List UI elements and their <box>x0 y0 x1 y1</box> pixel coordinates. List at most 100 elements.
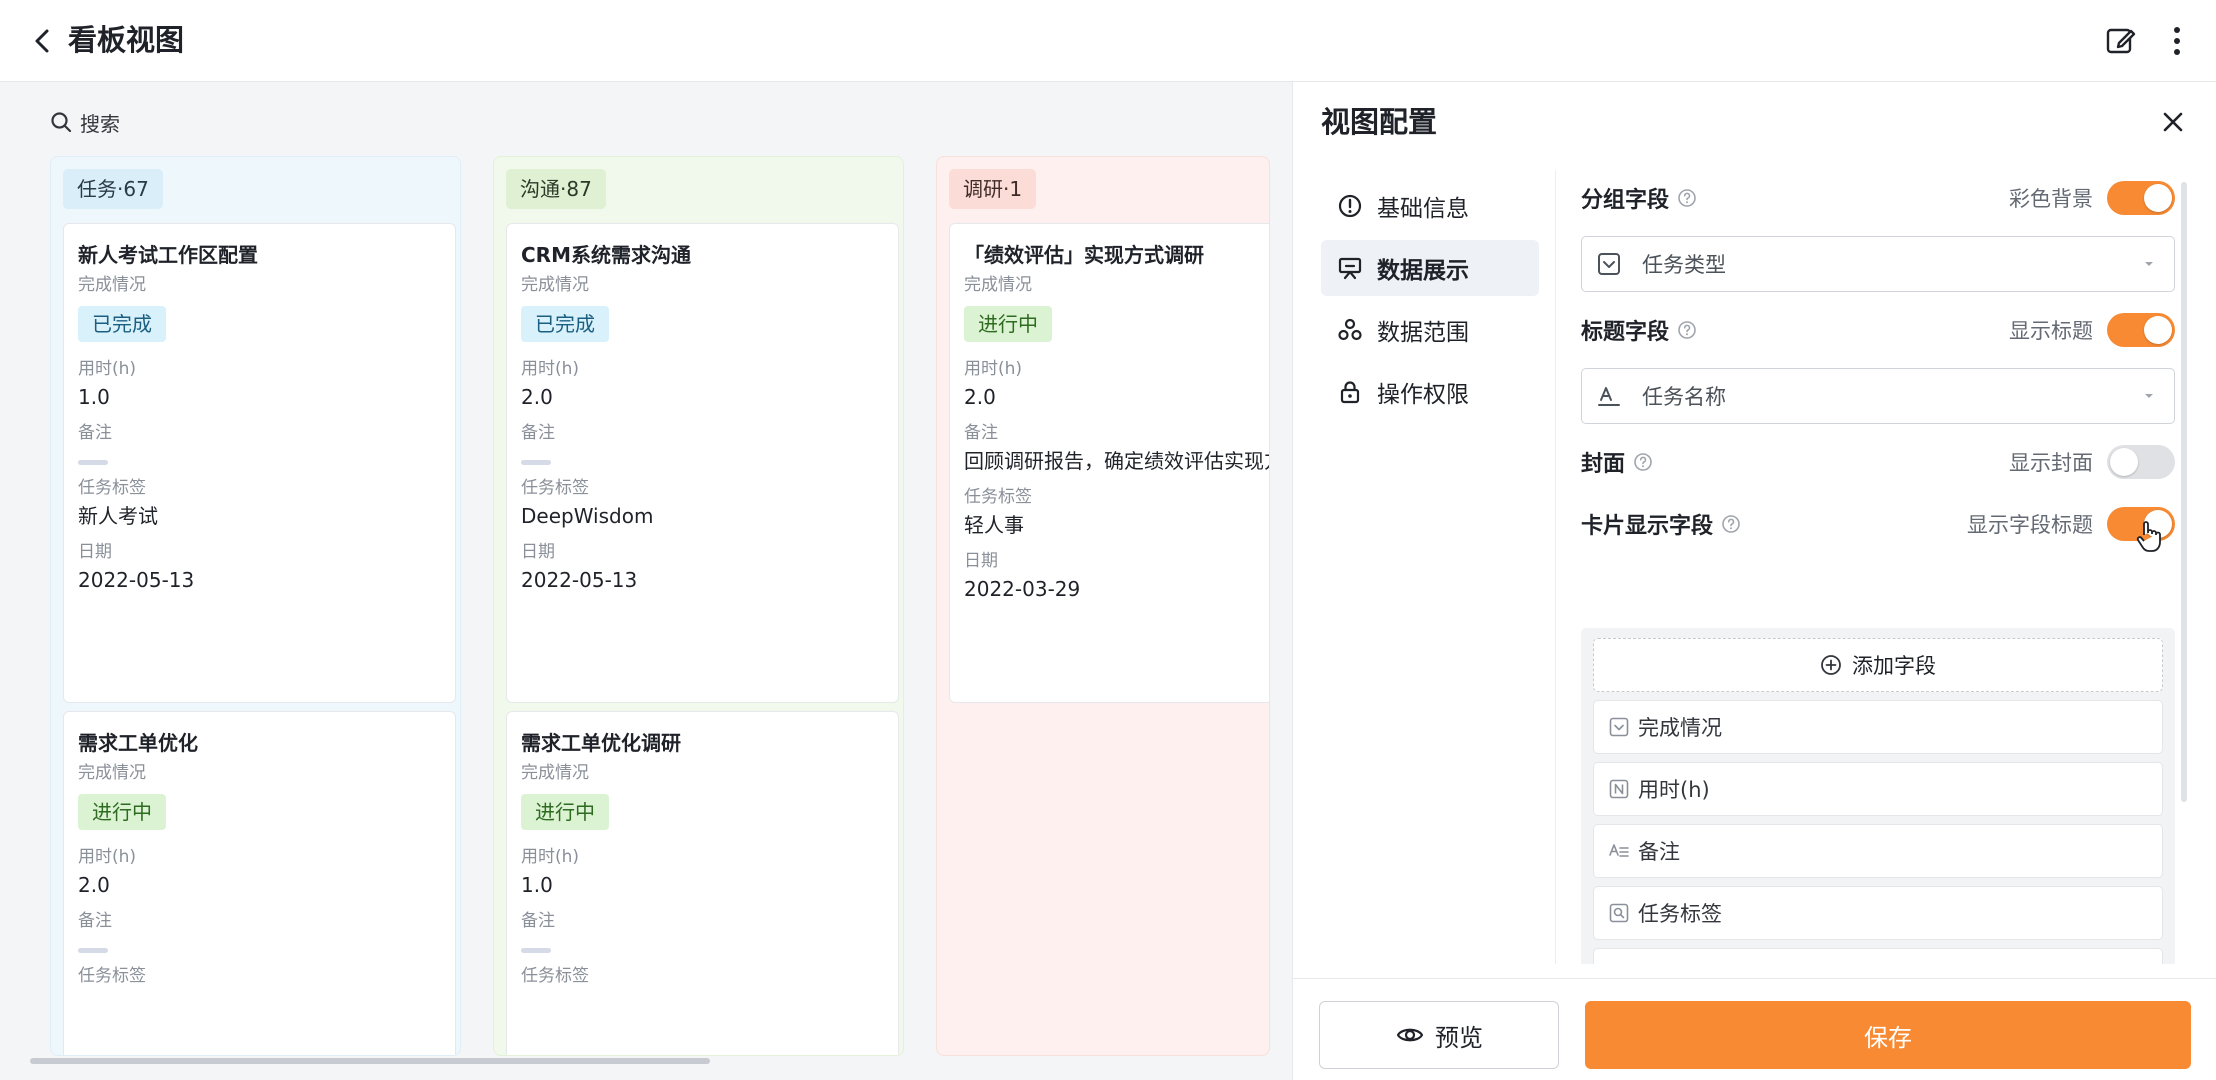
menu-item-label: 基础信息 <box>1377 196 1469 222</box>
field-label: 完成情况 <box>964 275 1032 295</box>
field-label: 完成情况 <box>521 763 589 783</box>
card-field-item[interactable]: 日期 <box>1593 948 2163 964</box>
group-field-select[interactable]: 任务类型 <box>1581 236 2175 292</box>
card-field-label: 日期 <box>1638 960 1680 964</box>
add-field-button[interactable]: 添加字段 <box>1593 638 2163 692</box>
kanban-card[interactable]: CRM系统需求沟通 完成情况 已完成 用时(h) 2.0 备注 任务标签 Dee… <box>506 223 899 703</box>
show-field-title-toggle[interactable] <box>2107 507 2175 541</box>
help-icon[interactable] <box>1677 188 1697 208</box>
field-label: 用时(h) <box>521 359 580 379</box>
dropdown-caret-icon <box>2145 262 2153 266</box>
status-badge: 进行中 <box>521 794 609 830</box>
card-field-item[interactable]: 用时(h) <box>1593 762 2163 816</box>
menu-item-basic-info[interactable]: 基础信息 <box>1321 178 1539 234</box>
number-field-icon <box>1609 779 1629 799</box>
field-label: 用时(h) <box>964 359 1023 379</box>
field-label: 任务标签 <box>78 478 146 498</box>
menu-item-label: 操作权限 <box>1377 382 1469 408</box>
field-label: 任务标签 <box>78 966 146 986</box>
show-cover-label: 显示封面 <box>2009 451 2093 475</box>
edit-icon[interactable] <box>2102 22 2140 60</box>
group-field-label: 分组字段 <box>1581 188 1670 213</box>
title-field-select[interactable]: 任务名称 <box>1581 368 2175 424</box>
empty-value-placeholder <box>78 460 108 465</box>
search-icon <box>51 112 72 133</box>
color-background-toggle[interactable] <box>2107 181 2175 215</box>
top-bar: 看板视图 <box>0 0 2216 82</box>
horizontal-scrollbar[interactable] <box>30 1058 710 1064</box>
field-label: 备注 <box>964 423 998 443</box>
kanban-card[interactable]: 新人考试工作区配置 完成情况 已完成 用时(h) 1.0 备注 任务标签 新人考… <box>63 223 456 703</box>
kanban-column-task: 任务·67 新人考试工作区配置 完成情况 已完成 用时(h) 1.0 备注 任务… <box>50 156 461 1056</box>
save-button[interactable]: 保存 <box>1585 1001 2191 1069</box>
field-label: 任务标签 <box>521 478 589 498</box>
card-field-label: 完成情况 <box>1638 716 1722 740</box>
close-icon[interactable] <box>2155 104 2191 140</box>
select-field-icon <box>1609 717 1629 737</box>
preview-label: 预览 <box>1435 1023 1483 1052</box>
field-label: 完成情况 <box>78 275 146 295</box>
menu-item-data-display[interactable]: 数据展示 <box>1321 240 1539 296</box>
card-field-item[interactable]: 备注 <box>1593 824 2163 878</box>
cover-row: 封面 显示封面 <box>1581 442 2175 482</box>
card-field-item[interactable]: 任务标签 <box>1593 886 2163 940</box>
text-field-icon <box>1609 844 1629 857</box>
kanban-card[interactable]: 「绩效评估」实现方式调研 完成情况 进行中 用时(h) 2.0 备注 回顾调研报… <box>949 223 1269 703</box>
kanban-column-research: 调研·1 「绩效评估」实现方式调研 完成情况 进行中 用时(h) 2.0 备注 … <box>936 156 1270 1056</box>
title-field-label: 标题字段 <box>1581 320 1670 345</box>
field-value: 1.0 <box>521 873 553 897</box>
field-label: 完成情况 <box>78 763 146 783</box>
config-content: 分组字段 彩色背景 任务类型 标题字段 显示标题 任务名称 封面 显示封面 卡片… <box>1555 170 2203 964</box>
card-title: 需求工单优化调研 <box>521 731 681 755</box>
field-label: 任务标签 <box>521 966 589 986</box>
field-label: 用时(h) <box>521 847 580 867</box>
kanban-card[interactable]: 需求工单优化调研 完成情况 进行中 用时(h) 1.0 备注 任务标签 <box>506 711 899 1055</box>
kanban-card[interactable]: 需求工单优化 完成情况 进行中 用时(h) 2.0 备注 任务标签 <box>63 711 456 1055</box>
kanban-board: 搜索 任务·67 新人考试工作区配置 完成情况 已完成 用时(h) 1.0 备注… <box>0 82 1292 1080</box>
card-title: CRM系统需求沟通 <box>521 243 691 267</box>
column-header: 任务·67 <box>63 169 163 209</box>
field-label: 备注 <box>521 423 555 443</box>
card-fields-label: 卡片显示字段 <box>1581 514 1714 539</box>
card-title: 新人考试工作区配置 <box>78 243 258 267</box>
kanban-column-communication: 沟通·87 CRM系统需求沟通 完成情况 已完成 用时(h) 2.0 备注 任务… <box>493 156 904 1056</box>
plus-circle-icon <box>1821 655 1841 675</box>
show-title-toggle[interactable] <box>2107 313 2175 347</box>
field-label: 用时(h) <box>78 359 137 379</box>
scope-icon <box>1338 318 1362 341</box>
select-field-icon <box>1598 253 1620 275</box>
more-vertical-icon[interactable] <box>2158 22 2196 60</box>
config-menu: 基础信息 数据展示 数据范围 操作权限 <box>1321 178 1539 426</box>
status-badge: 已完成 <box>521 306 609 342</box>
field-value: 2.0 <box>521 385 553 409</box>
card-fields-list: 添加字段 完成情况 用时(h) 备注 任务标签 日期 <box>1581 628 2175 964</box>
menu-item-data-scope[interactable]: 数据范围 <box>1321 302 1539 358</box>
card-field-item[interactable]: 完成情况 <box>1593 700 2163 754</box>
show-cover-toggle[interactable] <box>2107 445 2175 479</box>
field-value: 2.0 <box>78 873 110 897</box>
field-value: 2022-05-13 <box>521 568 638 592</box>
color-background-label: 彩色背景 <box>2009 187 2093 211</box>
field-value: 新人考试 <box>78 504 158 528</box>
search-label: 搜索 <box>80 111 120 136</box>
vertical-scrollbar[interactable] <box>2181 182 2187 802</box>
help-icon[interactable] <box>1677 320 1697 340</box>
text-field-icon <box>1598 387 1620 406</box>
card-fields-row: 卡片显示字段 显示字段标题 <box>1581 504 2175 544</box>
menu-item-permissions[interactable]: 操作权限 <box>1321 364 1539 420</box>
status-badge: 已完成 <box>78 306 166 342</box>
card-field-label: 备注 <box>1638 840 1680 864</box>
back-arrow-icon[interactable] <box>26 24 60 58</box>
status-badge: 进行中 <box>78 794 166 830</box>
field-label: 备注 <box>521 911 555 931</box>
empty-value-placeholder <box>521 948 551 953</box>
help-icon[interactable] <box>1721 514 1741 534</box>
field-label: 用时(h) <box>78 847 137 867</box>
card-title: 需求工单优化 <box>78 731 198 755</box>
search-button[interactable]: 搜索 <box>50 104 120 140</box>
preview-button[interactable]: 预览 <box>1319 1001 1559 1069</box>
field-value: 2022-03-29 <box>964 577 1081 601</box>
column-header: 调研·1 <box>949 169 1037 209</box>
help-icon[interactable] <box>1633 452 1653 472</box>
group-field-row: 分组字段 彩色背景 <box>1581 178 2175 218</box>
